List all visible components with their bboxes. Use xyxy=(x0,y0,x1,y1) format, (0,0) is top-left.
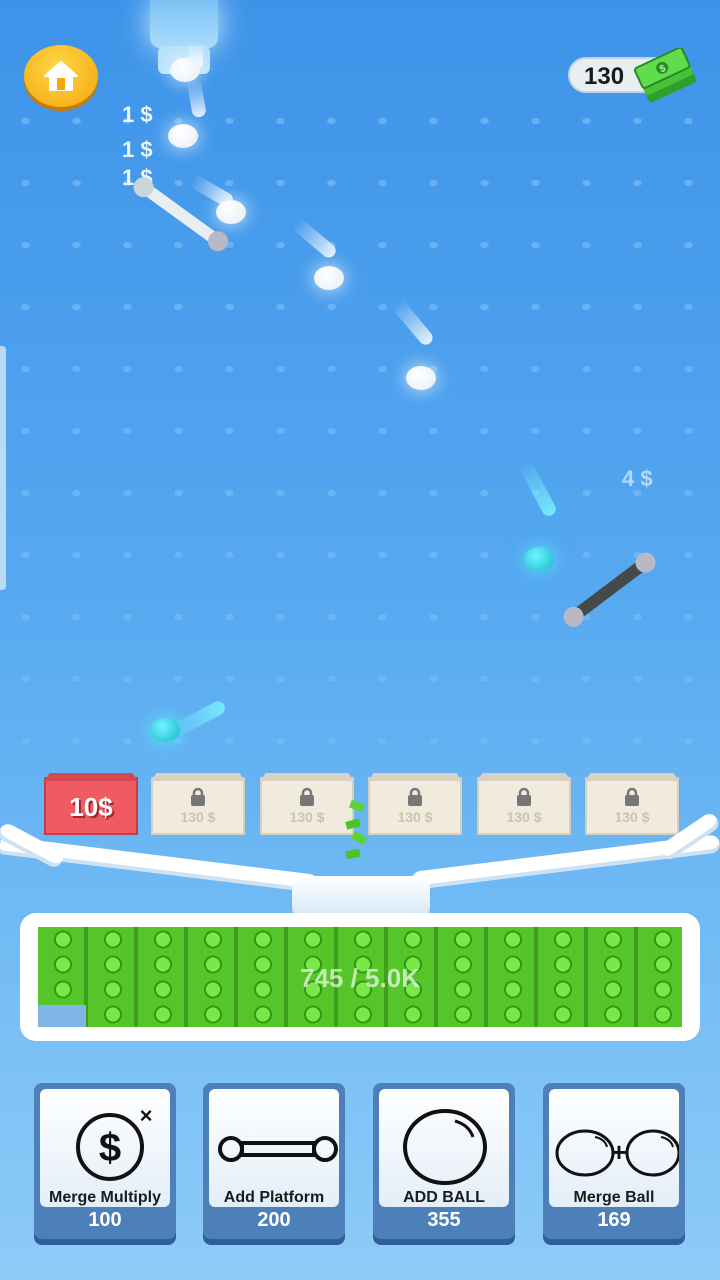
box-locked[interactable]: 130 $ xyxy=(585,777,679,835)
shop-title: Add Platform xyxy=(223,1189,325,1206)
shop-title: Merge Ball xyxy=(573,1189,655,1206)
box-price: 130 $ xyxy=(614,809,650,825)
lock-icon xyxy=(191,787,205,806)
box-price: 130 $ xyxy=(289,809,325,825)
cash-stack-icon: $ xyxy=(634,48,697,103)
merge-multiply-button[interactable]: $ × Merge Multiply 100 xyxy=(34,1083,176,1239)
falling-cash-icon xyxy=(345,800,368,860)
background-dot-grid xyxy=(0,90,720,770)
shop-cost: 100 xyxy=(88,1209,122,1231)
box-active[interactable]: 10$ xyxy=(44,777,138,835)
svg-text:×: × xyxy=(140,1103,153,1128)
lock-icon xyxy=(625,787,639,806)
shop-card: Add Platform xyxy=(209,1089,339,1207)
box-locked[interactable]: 130 $ xyxy=(151,777,245,835)
shop-cost: 200 xyxy=(257,1209,291,1231)
lock-icon xyxy=(517,787,531,806)
ball-white xyxy=(168,124,198,148)
floating-earning: 1 $ xyxy=(122,102,153,127)
ball-white xyxy=(406,366,436,390)
shop-cost: 355 xyxy=(427,1209,461,1231)
shop-title: ADD BALL xyxy=(403,1189,485,1206)
shop-cost: 169 xyxy=(597,1209,631,1231)
ball-icon xyxy=(403,1109,487,1185)
tank-progress-label: 745 / 5.0K xyxy=(300,963,420,993)
merge-ball-icon: + xyxy=(555,1129,679,1177)
floating-earning: 4 $ xyxy=(622,466,653,491)
shop-card: + Merge Ball xyxy=(549,1089,679,1207)
merge-ball-button[interactable]: + Merge Ball 169 xyxy=(543,1083,685,1239)
tank-inner: 745 / 5.0K xyxy=(38,927,682,1027)
cash-gap xyxy=(38,1005,86,1027)
home-button[interactable] xyxy=(24,45,98,107)
shop-title: Merge Multiply xyxy=(48,1189,161,1206)
shop-card: $ × Merge Multiply xyxy=(40,1089,170,1207)
box-price: 130 $ xyxy=(506,809,542,825)
ball-teal xyxy=(524,547,554,571)
ball-teal xyxy=(150,718,180,742)
box-price: 130 $ xyxy=(180,809,216,825)
money-tank: 745 / 5.0K xyxy=(20,913,700,1041)
ball-launcher xyxy=(150,0,218,48)
ball-white xyxy=(216,200,246,224)
side-edge-handle xyxy=(0,346,6,590)
money-value: 130 xyxy=(584,63,625,90)
svg-text:$: $ xyxy=(99,1126,121,1170)
box-locked[interactable]: 130 $ xyxy=(477,777,571,835)
box-price: 10$ xyxy=(69,791,113,822)
add-ball-button[interactable]: ADD BALL 355 xyxy=(373,1083,515,1239)
box-price: 130 $ xyxy=(397,809,433,825)
lock-icon xyxy=(408,787,422,806)
add-platform-button[interactable]: Add Platform 200 xyxy=(203,1083,345,1239)
svg-text:+: + xyxy=(611,1137,626,1167)
dollar-multiply-icon: $ × xyxy=(76,1103,153,1181)
home-icon xyxy=(44,61,78,91)
shop-card: ADD BALL xyxy=(379,1089,509,1207)
ball-white xyxy=(314,266,344,290)
lock-icon xyxy=(300,787,314,806)
platform-icon xyxy=(218,1136,338,1162)
box-locked[interactable]: 130 $ xyxy=(368,777,462,835)
floating-earning: 1 $ xyxy=(122,137,153,162)
